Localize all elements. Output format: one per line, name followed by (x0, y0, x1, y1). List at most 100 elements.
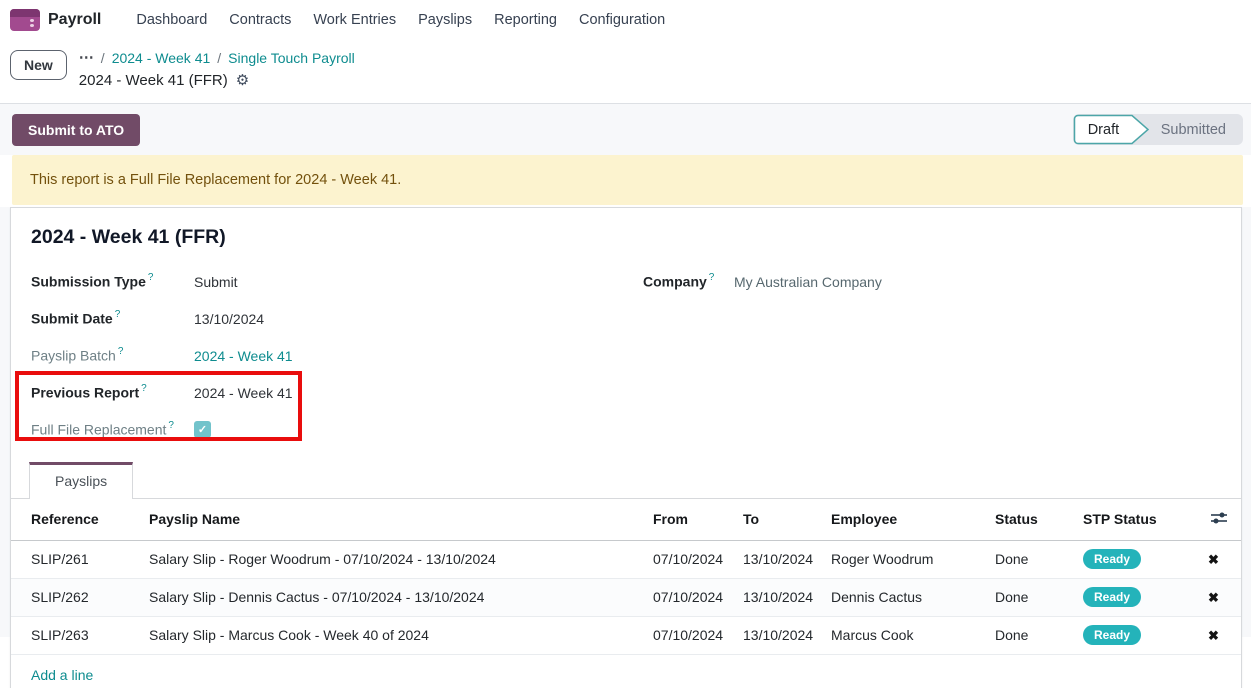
ffr-warning-alert: This report is a Full File Replacement f… (12, 155, 1243, 205)
menu-reporting[interactable]: Reporting (483, 12, 568, 28)
menu-work-entries[interactable]: Work Entries (302, 12, 407, 28)
breadcrumb: ⋯ / 2024 - Week 41 / Single Touch Payrol… (79, 47, 355, 89)
menu-dashboard[interactable]: Dashboard (125, 12, 218, 28)
cell-stp-status: Ready (1083, 578, 1186, 616)
payslips-table: Reference Payslip Name From To Employee … (11, 499, 1241, 655)
cell-from[interactable]: 07/10/2024 (653, 540, 743, 578)
breadcrumb-ellipsis-icon[interactable]: ⋯ (79, 48, 94, 68)
cell-status[interactable]: Done (995, 540, 1083, 578)
menu-configuration[interactable]: Configuration (568, 12, 676, 28)
help-icon[interactable]: ? (141, 383, 147, 394)
breadcrumb-separator: / (101, 48, 105, 68)
main-menu: Dashboard Contracts Work Entries Payslip… (125, 12, 676, 28)
breadcrumb-link-stp[interactable]: Single Touch Payroll (228, 48, 355, 68)
payslip-batch-label: Payslip Batch? (31, 347, 194, 364)
col-to[interactable]: To (743, 499, 831, 540)
cell-payslip-name[interactable]: Salary Slip - Dennis Cactus - 07/10/2024… (149, 578, 653, 616)
full-file-replacement-label: Full File Replacement? (31, 421, 194, 438)
cell-employee[interactable]: Dennis Cactus (831, 578, 995, 616)
control-panel: New ⋯ / 2024 - Week 41 / Single Touch Pa… (0, 40, 1251, 103)
col-status[interactable]: Status (995, 499, 1083, 540)
field-submit-date: Submit Date? 13/10/2024 (31, 300, 643, 337)
menu-payslips[interactable]: Payslips (407, 12, 483, 28)
stage-submitted[interactable]: Submitted (1151, 122, 1243, 138)
tab-bar: Payslips (11, 462, 1241, 499)
col-from[interactable]: From (653, 499, 743, 540)
col-payslip-name[interactable]: Payslip Name (149, 499, 653, 540)
help-icon[interactable]: ? (118, 346, 124, 357)
delete-row-icon[interactable]: ✖ (1208, 628, 1219, 643)
menu-contracts[interactable]: Contracts (218, 12, 302, 28)
previous-report-value[interactable]: 2024 - Week 41 (194, 385, 293, 401)
ready-badge: Ready (1083, 625, 1141, 645)
cell-employee[interactable]: Roger Woodrum (831, 540, 995, 578)
field-full-file-replacement: Full File Replacement? ✓ (31, 411, 643, 448)
col-reference[interactable]: Reference (11, 499, 149, 540)
alert-message: This report is a Full File Replacement f… (30, 172, 401, 188)
submit-date-label: Submit Date? (31, 310, 194, 327)
col-employee[interactable]: Employee (831, 499, 995, 540)
status-bar: Submit to ATO Draft Submitted (0, 103, 1251, 155)
previous-report-label: Previous Report? (31, 384, 194, 401)
cell-reference[interactable]: SLIP/261 (11, 540, 149, 578)
ready-badge: Ready (1083, 549, 1141, 569)
table-row[interactable]: SLIP/262 Salary Slip - Dennis Cactus - 0… (11, 578, 1241, 616)
stage-draft-label: Draft (1088, 114, 1119, 145)
content-area: 2024 - Week 41 (FFR) Submission Type? Su… (0, 207, 1251, 637)
table-row[interactable]: SLIP/263 Salary Slip - Marcus Cook - Wee… (11, 616, 1241, 654)
cell-payslip-name[interactable]: Salary Slip - Marcus Cook - Week 40 of 2… (149, 616, 653, 654)
cell-to[interactable]: 13/10/2024 (743, 578, 831, 616)
new-button[interactable]: New (10, 50, 67, 80)
cell-payslip-name[interactable]: Salary Slip - Roger Woodrum - 07/10/2024… (149, 540, 653, 578)
add-a-line-link[interactable]: Add a line (11, 655, 1241, 683)
col-stp-status[interactable]: STP Status (1083, 499, 1186, 540)
delete-row-icon[interactable]: ✖ (1208, 552, 1219, 567)
cell-status[interactable]: Done (995, 616, 1083, 654)
form-sheet: 2024 - Week 41 (FFR) Submission Type? Su… (10, 207, 1242, 688)
optional-columns-icon[interactable] (1210, 510, 1228, 529)
stage-draft[interactable]: Draft (1073, 114, 1151, 145)
help-icon[interactable]: ? (115, 309, 121, 320)
payroll-app-icon[interactable] (10, 9, 40, 31)
cell-employee[interactable]: Marcus Cook (831, 616, 995, 654)
payslip-batch-link[interactable]: 2024 - Week 41 (194, 348, 293, 364)
cell-stp-status: Ready (1083, 616, 1186, 654)
check-icon: ✓ (198, 423, 207, 436)
cell-status[interactable]: Done (995, 578, 1083, 616)
table-row[interactable]: SLIP/261 Salary Slip - Roger Woodrum - 0… (11, 540, 1241, 578)
company-value[interactable]: My Australian Company (734, 274, 882, 290)
field-company: Company? My Australian Company (643, 263, 1221, 300)
cell-to[interactable]: 13/10/2024 (743, 616, 831, 654)
top-nav: Payroll Dashboard Contracts Work Entries… (0, 0, 1251, 40)
breadcrumb-separator: / (217, 48, 221, 68)
notebook: Payslips Reference Payslip Name From To … (11, 462, 1241, 683)
submission-type-value[interactable]: Submit (194, 274, 238, 290)
breadcrumb-link-batch[interactable]: 2024 - Week 41 (112, 48, 211, 68)
cell-from[interactable]: 07/10/2024 (653, 616, 743, 654)
field-previous-report: Previous Report? 2024 - Week 41 (31, 374, 643, 411)
tab-payslips[interactable]: Payslips (29, 462, 133, 499)
cell-stp-status: Ready (1083, 540, 1186, 578)
cell-from[interactable]: 07/10/2024 (653, 578, 743, 616)
delete-row-icon[interactable]: ✖ (1208, 590, 1219, 605)
gear-icon[interactable]: ⚙ (236, 71, 249, 89)
field-payslip-batch: Payslip Batch? 2024 - Week 41 (31, 337, 643, 374)
app-title[interactable]: Payroll (48, 11, 101, 29)
submission-type-label: Submission Type? (31, 273, 194, 290)
stage-widget: Draft Submitted (1073, 114, 1243, 145)
help-icon[interactable]: ? (148, 272, 154, 283)
ready-badge: Ready (1083, 587, 1141, 607)
cell-reference[interactable]: SLIP/262 (11, 578, 149, 616)
help-icon[interactable]: ? (168, 420, 174, 431)
breadcrumb-current: 2024 - Week 41 (FFR) (79, 72, 228, 89)
cell-reference[interactable]: SLIP/263 (11, 616, 149, 654)
record-title: 2024 - Week 41 (FFR) (31, 226, 1221, 249)
field-submission-type: Submission Type? Submit (31, 263, 643, 300)
full-file-replacement-checkbox[interactable]: ✓ (194, 421, 211, 438)
cell-to[interactable]: 13/10/2024 (743, 540, 831, 578)
table-header-row: Reference Payslip Name From To Employee … (11, 499, 1241, 540)
company-label: Company? (643, 273, 734, 290)
help-icon[interactable]: ? (709, 272, 715, 283)
submit-to-ato-button[interactable]: Submit to ATO (12, 114, 140, 146)
submit-date-value[interactable]: 13/10/2024 (194, 311, 264, 327)
